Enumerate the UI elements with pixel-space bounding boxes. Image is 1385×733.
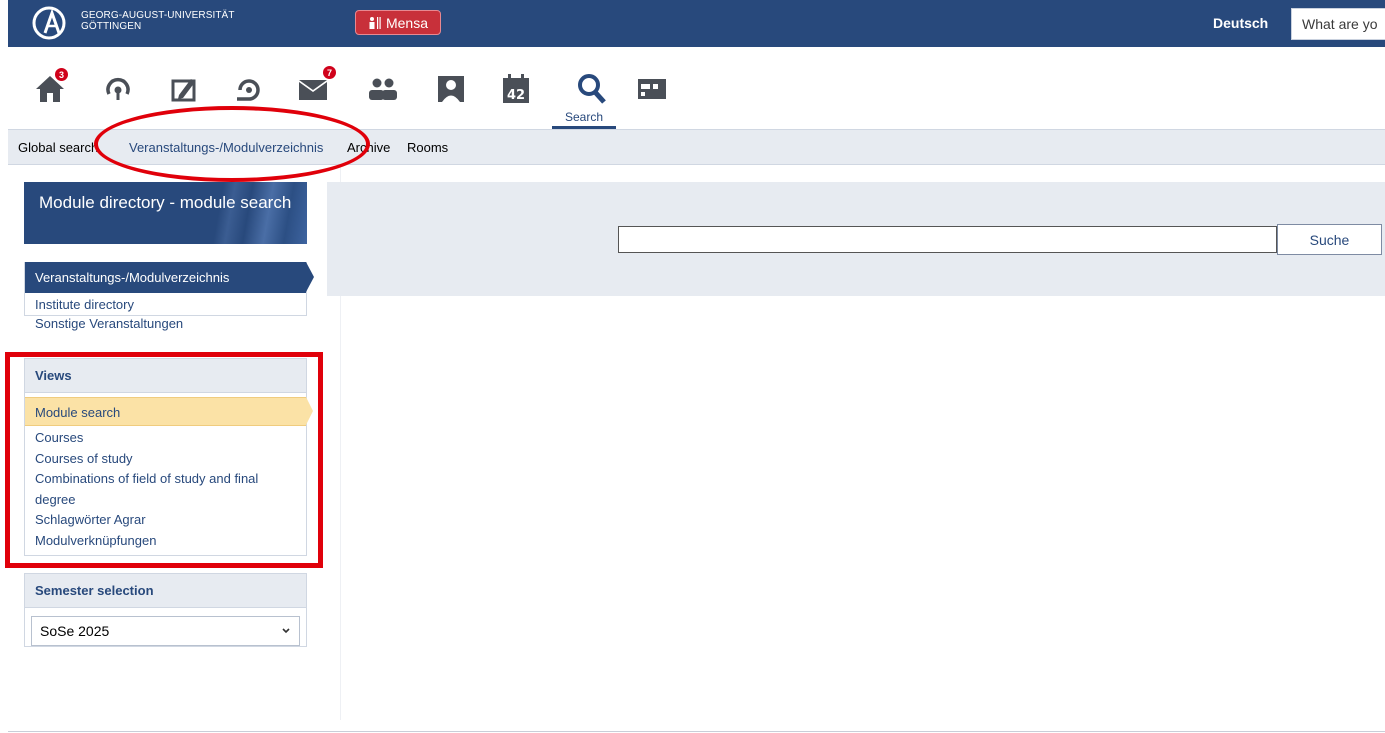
subnav-global-search[interactable]: Global search <box>18 140 98 155</box>
mensa-button[interactable]: Mensa <box>355 10 441 35</box>
view-field-degree-combinations[interactable]: Combinations of field of study and final… <box>25 469 306 510</box>
courses-edit-icon <box>171 79 196 102</box>
people-group-icon <box>369 78 397 100</box>
subnav-archive[interactable]: Archive <box>347 140 390 155</box>
subnav-rooms[interactable]: Rooms <box>407 140 448 155</box>
dashboard-icon <box>106 77 130 100</box>
subnav-module-directory[interactable]: Veranstaltungs-/Modulverzeichnis <box>129 140 323 155</box>
svg-text:42: 42 <box>507 88 525 103</box>
sidebar-title: Module directory - module search <box>24 182 307 244</box>
icon-navigation: 3 7 42 <box>8 47 1385 129</box>
tools-grid-icon <box>638 79 666 99</box>
view-schlagwoerter-agrar[interactable]: Schlagwörter Agrar <box>25 510 306 531</box>
chevron-down-icon <box>282 628 290 634</box>
people-icon <box>369 16 381 29</box>
nav-search[interactable] <box>572 69 612 109</box>
nav-messages[interactable]: 7 <box>293 65 337 109</box>
search-icon <box>578 74 606 104</box>
nav-contacts[interactable] <box>363 69 403 109</box>
nav-planner[interactable]: 42 <box>496 69 536 109</box>
semester-select[interactable]: SoSe 2025 <box>31 616 300 646</box>
university-name-line1: GEORG-AUGUST-UNIVERSITÄT <box>81 10 235 21</box>
search-submit-button[interactable]: Suche <box>1277 224 1382 255</box>
language-switch[interactable]: Deutsch <box>1213 15 1268 31</box>
nav-dashboard[interactable] <box>98 69 138 109</box>
semester-heading: Semester selection <box>25 574 306 608</box>
nav-profile[interactable] <box>431 69 471 109</box>
top-bar: GEORG-AUGUST-UNIVERSITÄT GÖTTINGEN Mensa… <box>8 0 1385 47</box>
quick-search-input[interactable] <box>1291 8 1385 40</box>
nav-search-label[interactable]: Search <box>552 110 616 124</box>
footer-divider <box>8 731 1385 732</box>
nav-community[interactable] <box>229 69 269 109</box>
views-heading: Views <box>25 359 306 393</box>
mensa-label: Mensa <box>385 14 429 31</box>
view-courses[interactable]: Courses <box>25 428 306 449</box>
view-courses-of-study[interactable]: Courses of study <box>25 449 306 470</box>
sidebar-item-module-directory[interactable]: Veranstaltungs-/Modulverzeichnis <box>25 262 314 293</box>
messages-badge: 7 <box>322 65 337 80</box>
module-search-input[interactable] <box>618 226 1277 253</box>
view-modulverknuepfungen[interactable]: Modulverknüpfungen <box>25 531 306 552</box>
view-module-search[interactable]: Module search <box>25 397 313 426</box>
views-box: Views Module search Courses Courses of s… <box>24 358 313 556</box>
university-name-line2: GÖTTINGEN <box>81 21 142 32</box>
nav-my-courses[interactable] <box>164 69 204 109</box>
calendar-42-icon: 42 <box>503 74 529 103</box>
directory-links-box: Veranstaltungs-/Modulverzeichnis Institu… <box>24 262 314 331</box>
semester-select-value: SoSe 2025 <box>40 623 110 639</box>
nav-home[interactable]: 3 <box>30 67 70 109</box>
nav-tools[interactable] <box>632 69 672 109</box>
community-icon <box>237 79 260 101</box>
semester-box: Semester selection SoSe 2025 <box>24 573 307 647</box>
university-name: GEORG-AUGUST-UNIVERSITÄT GÖTTINGEN <box>81 10 235 32</box>
home-badge: 3 <box>54 67 69 82</box>
sidebar-item-institute-directory[interactable]: Institute directory <box>25 295 306 314</box>
profile-icon <box>438 76 464 102</box>
sub-navigation: Global search Veranstaltungs-/Modulverze… <box>8 129 1385 165</box>
university-logo-icon[interactable] <box>32 6 66 40</box>
sidebar-item-other-courses[interactable]: Sonstige Veranstaltungen <box>25 314 306 333</box>
